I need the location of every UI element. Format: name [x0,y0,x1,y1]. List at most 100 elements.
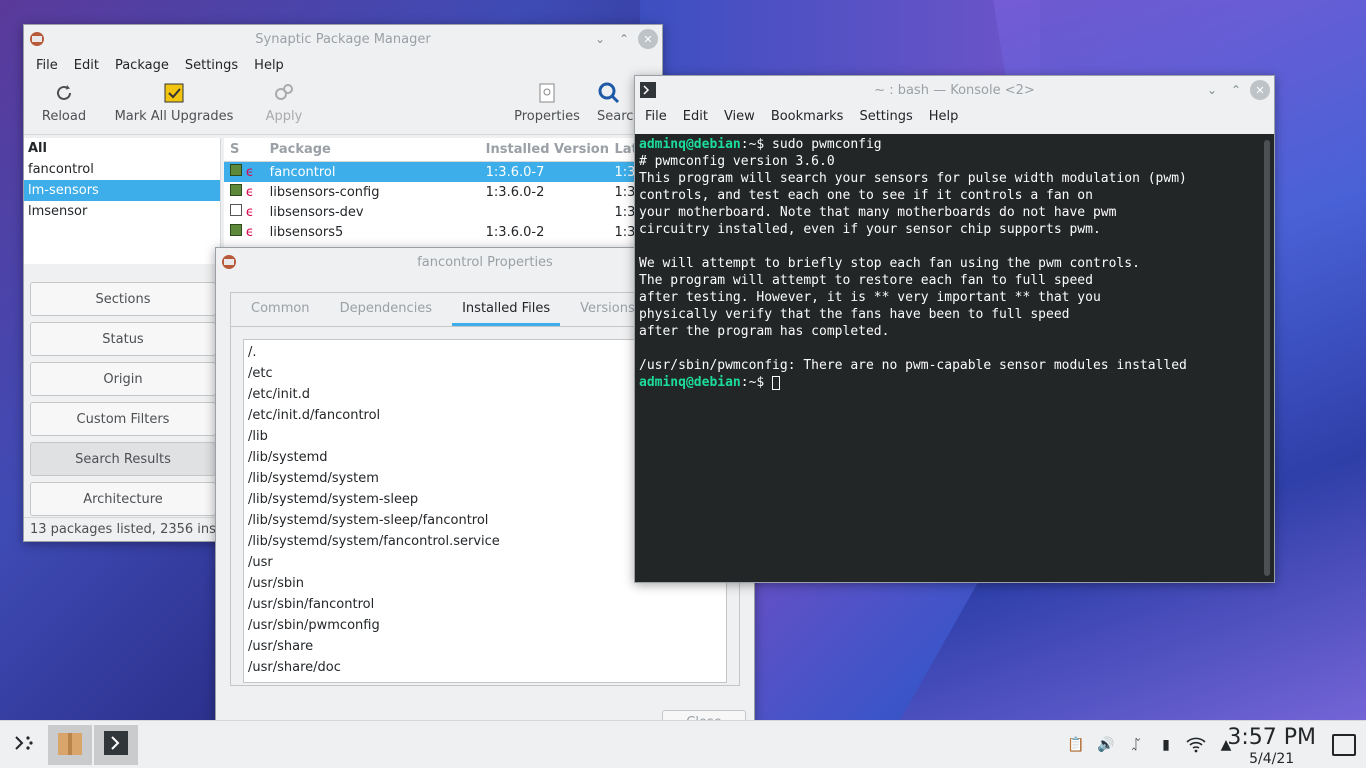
upgrade-icon [162,81,186,105]
synaptic-titlebar[interactable]: Synaptic Package Manager ⌄ ⌃ ✕ [24,25,662,53]
output-line: /usr/sbin/pwmconfig: There are no pwm-ca… [639,358,1187,373]
custom-filters-button[interactable]: Custom Filters [30,402,216,436]
table-row[interactable]: ϵ libsensors-config 1:3.6.0-2 1:3.6. [224,182,664,202]
debian-icon: ϵ [245,204,254,220]
table-row[interactable]: ϵ libsensors5 1:3.6.0-2 1:3.6. [224,222,664,242]
filter-item[interactable]: fancontrol [24,159,220,180]
package-table: S Package Installed Version Lates ϵ fanc… [224,138,664,258]
app-launcher-button[interactable] [2,725,46,765]
package-icon [55,728,85,762]
clipboard-icon[interactable]: 📋 [1066,735,1086,755]
installed-checkbox[interactable] [230,184,242,196]
taskbar-synaptic[interactable] [48,724,92,765]
synaptic-app-icon [28,30,46,48]
prompt-path: :~$ [740,375,765,390]
close-icon[interactable]: ✕ [1250,80,1270,100]
output-line: circuitry installed, even if your sensor… [639,222,1101,237]
status-text: 13 packages listed, 2356 insta [24,517,224,541]
menu-package[interactable]: Package [107,58,177,73]
filter-item[interactable]: lm-sensors [24,180,220,201]
tab-dependencies[interactable]: Dependencies [330,292,443,326]
konsole-titlebar[interactable]: ~ : bash — Konsole <2> ⌄ ⌃ ✕ [635,76,1274,104]
package-table-header: S Package Installed Version Lates [224,138,664,162]
prompt-user: adminq@debian [639,375,741,390]
menu-file[interactable]: File [637,109,675,124]
scrollbar[interactable] [1264,140,1270,576]
tab-installed-files[interactable]: Installed Files [452,292,561,326]
output-line: after the program has completed. [639,324,890,339]
taskbar-konsole[interactable] [94,724,138,765]
search-results-button[interactable]: Search Results [30,442,216,476]
properties-icon [535,81,559,105]
column-package[interactable]: Package [268,142,486,157]
minimize-icon[interactable]: ⌄ [590,29,610,49]
output-line: your motherboard. Note that many motherb… [639,205,1117,220]
taskbar: 📋 🔊 ᛢ ▮ ▲ 3:57 PM 5/4/21 [0,720,1366,768]
clock[interactable]: 3:57 PM 5/4/21 [1227,725,1316,767]
show-desktop-button[interactable] [1332,734,1356,756]
prompt-path: :~$ [740,137,765,152]
filter-item[interactable]: All [24,138,220,159]
column-installed[interactable]: Installed Version [486,142,615,157]
sections-button[interactable]: Sections [30,282,216,316]
tab-common[interactable]: Common [241,292,320,326]
maximize-icon[interactable]: ⌃ [614,29,634,49]
konsole-menubar: File Edit View Bookmarks Settings Help [635,104,1274,128]
wifi-icon[interactable] [1186,735,1206,755]
menu-bookmarks[interactable]: Bookmarks [763,109,852,124]
system-tray: 📋 🔊 ᛢ ▮ ▲ [1066,721,1236,768]
menu-help[interactable]: Help [921,109,967,124]
konsole-window[interactable]: ~ : bash — Konsole <2> ⌄ ⌃ ✕ File Edit V… [634,75,1275,583]
apply-button[interactable]: Apply [244,77,324,135]
terminal-output[interactable]: adminq@debian:~$ sudo pwmconfig # pwmcon… [635,134,1274,582]
installed-checkbox[interactable] [230,224,242,236]
table-row[interactable]: ϵ fancontrol 1:3.6.0-7 1:3.6. [224,162,664,182]
close-icon[interactable]: ✕ [638,29,658,49]
filter-item[interactable]: lmsensor [24,201,220,222]
filter-pane: All fancontrol lm-sensors lmsensor Secti… [24,138,221,518]
bluetooth-icon[interactable]: ᛢ [1126,735,1146,755]
installed-checkbox[interactable] [230,164,242,176]
minimize-icon[interactable]: ⌄ [1202,80,1222,100]
list-item: /usr/sbin/pwmconfig [248,618,380,633]
column-status[interactable]: S [224,142,246,157]
menu-edit[interactable]: Edit [66,58,107,73]
debian-icon: ϵ [245,184,254,200]
menu-file[interactable]: File [28,58,66,73]
output-line: physically verify that the fans have bee… [639,307,1070,322]
filter-list: All fancontrol lm-sensors lmsensor [24,138,221,264]
clock-time: 3:57 PM [1227,725,1316,750]
debian-icon: ϵ [245,164,254,180]
clock-date: 5/4/21 [1249,751,1295,767]
properties-button[interactable]: Properties [507,77,587,135]
menu-settings[interactable]: Settings [851,109,920,124]
synaptic-menubar: File Edit Package Settings Help [24,53,662,77]
status-checkbox[interactable] [230,204,242,216]
gears-icon [272,81,296,105]
prompt-user: adminq@debian [639,137,741,152]
terminal-cursor [772,375,781,390]
output-line: controls, and test each one to see if it… [639,188,1093,203]
origin-button[interactable]: Origin [30,362,216,396]
search-icon [597,81,621,105]
usb-drive-icon[interactable]: ▮ [1156,735,1176,755]
maximize-icon[interactable]: ⌃ [1226,80,1246,100]
menu-view[interactable]: View [716,109,763,124]
list-item: /usr/share [248,639,314,654]
list-item: /usr/sbin/fancontrol [248,597,375,612]
table-row[interactable]: ϵ libsensors-dev 1:3.6. [224,202,664,222]
mark-all-upgrades-button[interactable]: Mark All Upgrades [104,77,244,135]
output-line: The program will attempt to restore each… [639,273,1093,288]
terminal-icon [102,729,130,761]
terminal-icon [639,81,657,99]
output-line: We will attempt to briefly stop each fan… [639,256,1140,271]
status-button[interactable]: Status [30,322,216,356]
architecture-button[interactable]: Architecture [30,482,216,516]
menu-settings[interactable]: Settings [177,58,246,73]
menu-edit[interactable]: Edit [675,109,716,124]
volume-icon[interactable]: 🔊 [1096,735,1116,755]
reload-button[interactable]: Reload [24,77,104,135]
menu-help[interactable]: Help [246,58,292,73]
